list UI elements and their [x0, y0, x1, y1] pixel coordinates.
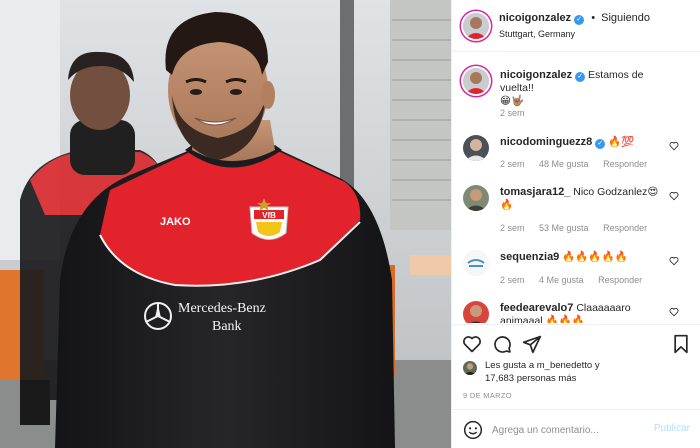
comment-time[interactable]: 2 sem	[500, 223, 525, 233]
verified-icon: ✓	[574, 15, 585, 25]
comment-button[interactable]	[492, 334, 512, 354]
commenter-avatar[interactable]	[463, 185, 489, 211]
likes-line1: Les gusta a m_benedetto y	[485, 360, 600, 371]
commenter-avatar[interactable]	[463, 250, 489, 276]
sponsor-line1: Mercedes-Benz	[178, 301, 266, 316]
liker-avatar[interactable]	[463, 361, 477, 375]
post-location[interactable]: Stuttgart, Germany	[499, 29, 575, 39]
comment-username[interactable]: nicodominguezz8	[500, 136, 592, 148]
author-avatar[interactable]	[463, 13, 489, 39]
comment-body: nicodominguezz8 ✓ 🔥💯	[500, 136, 670, 149]
share-button[interactable]	[522, 334, 542, 354]
commenter-avatar[interactable]	[463, 301, 489, 323]
comment-meta: 2 sem 4 Me gusta Responder	[500, 275, 654, 285]
bookmark-icon	[674, 334, 688, 354]
comment-emoji: 😁🤟🏽	[500, 95, 525, 107]
post-photo[interactable]: VfB JAKO Mercedes-Benz Bank	[0, 0, 451, 448]
comment-likes[interactable]: 48 Me gusta	[539, 159, 589, 169]
emoji-icon[interactable]	[463, 420, 483, 440]
reply-button[interactable]: Responder	[598, 275, 642, 285]
likes-line2: 17,683 personas más	[485, 373, 577, 384]
comment-time[interactable]: 2 sem	[500, 108, 525, 118]
comment-input[interactable]	[492, 421, 642, 439]
comment-time[interactable]: 2 sem	[500, 159, 525, 169]
comment-body: tomasjara12_ Nico Godzanlez😍 🔥	[500, 186, 670, 212]
comment-meta: 2 sem	[500, 108, 537, 118]
post-header: nicoigonzalez ✓ • Siguiendo Stuttgart, Ge…	[452, 0, 700, 52]
comment-like-heart-icon[interactable]	[669, 191, 679, 201]
comment-likes[interactable]: 4 Me gusta	[539, 275, 584, 285]
comment-time[interactable]: 2 sem	[500, 275, 525, 285]
post-panel: nicoigonzalez ✓ • Siguiendo Stuttgart, Ge…	[451, 0, 700, 448]
jersey-brand: JAKO	[160, 216, 191, 228]
like-button[interactable]	[462, 334, 482, 354]
separator-dot: •	[591, 12, 596, 24]
following-button[interactable]: Siguiendo	[601, 12, 650, 24]
comment-emoji: 🔥🔥🔥🔥🔥	[562, 251, 628, 263]
caption-text: nicoigonzalez ✓ Estamos de vuelta!! 😁🤟🏽	[500, 69, 670, 108]
post-date[interactable]: 9 DE MARZO	[463, 391, 512, 400]
verified-icon: ✓	[595, 139, 606, 149]
post-image: VfB JAKO Mercedes-Benz Bank	[0, 0, 451, 448]
comment-username[interactable]: feedearevalo7	[500, 302, 573, 314]
comment-emoji: 🔥	[500, 199, 514, 211]
comment-username[interactable]: nicoigonzalez	[500, 69, 572, 81]
author-avatar[interactable]	[463, 68, 489, 94]
save-button[interactable]	[671, 334, 691, 354]
comment-likes[interactable]: 53 Me gusta	[539, 223, 589, 233]
reply-button[interactable]: Responder	[603, 223, 647, 233]
comment-emoji: 🔥💯	[608, 136, 635, 148]
comment-body: sequenzia9 🔥🔥🔥🔥🔥	[500, 251, 670, 264]
comment-meta: 2 sem 48 Me gusta Responder	[500, 159, 659, 169]
comment-username[interactable]: sequenzia9	[500, 251, 559, 263]
comment-icon	[494, 336, 511, 353]
comments-list[interactable]: nicoigonzalez ✓ Estamos de vuelta!! 😁🤟🏽 2…	[452, 53, 700, 323]
sponsor-line2: Bank	[212, 319, 242, 334]
comment-body: feedearevalo7 Claaaaaaro animaaal 🔥🔥🔥	[500, 302, 670, 323]
reply-button[interactable]: Responder	[603, 159, 647, 169]
likes-text[interactable]: Les gusta a m_benedetto y 17,683 persona…	[485, 359, 685, 385]
comment-text: Nico Godzanlez😍	[573, 186, 659, 198]
share-icon	[522, 335, 542, 354]
add-comment-bar: Publicar	[452, 409, 700, 448]
crest-text: VfB	[262, 211, 276, 220]
comment-like-heart-icon[interactable]	[669, 256, 679, 266]
comment-emoji: 🔥🔥🔥	[545, 315, 585, 323]
publish-button[interactable]: Publicar	[654, 423, 690, 434]
comment-like-heart-icon[interactable]	[669, 307, 679, 317]
verified-icon: ✓	[575, 72, 586, 82]
comment-username[interactable]: tomasjara12_	[500, 186, 570, 198]
author-username[interactable]: nicoigonzalez	[499, 12, 571, 24]
comment-meta: 2 sem 53 Me gusta Responder	[500, 223, 659, 233]
heart-icon	[463, 336, 481, 353]
post-actions: Les gusta a m_benedetto y 17,683 persona…	[452, 324, 700, 448]
commenter-avatar[interactable]	[463, 135, 489, 161]
comment-like-heart-icon[interactable]	[669, 141, 679, 151]
